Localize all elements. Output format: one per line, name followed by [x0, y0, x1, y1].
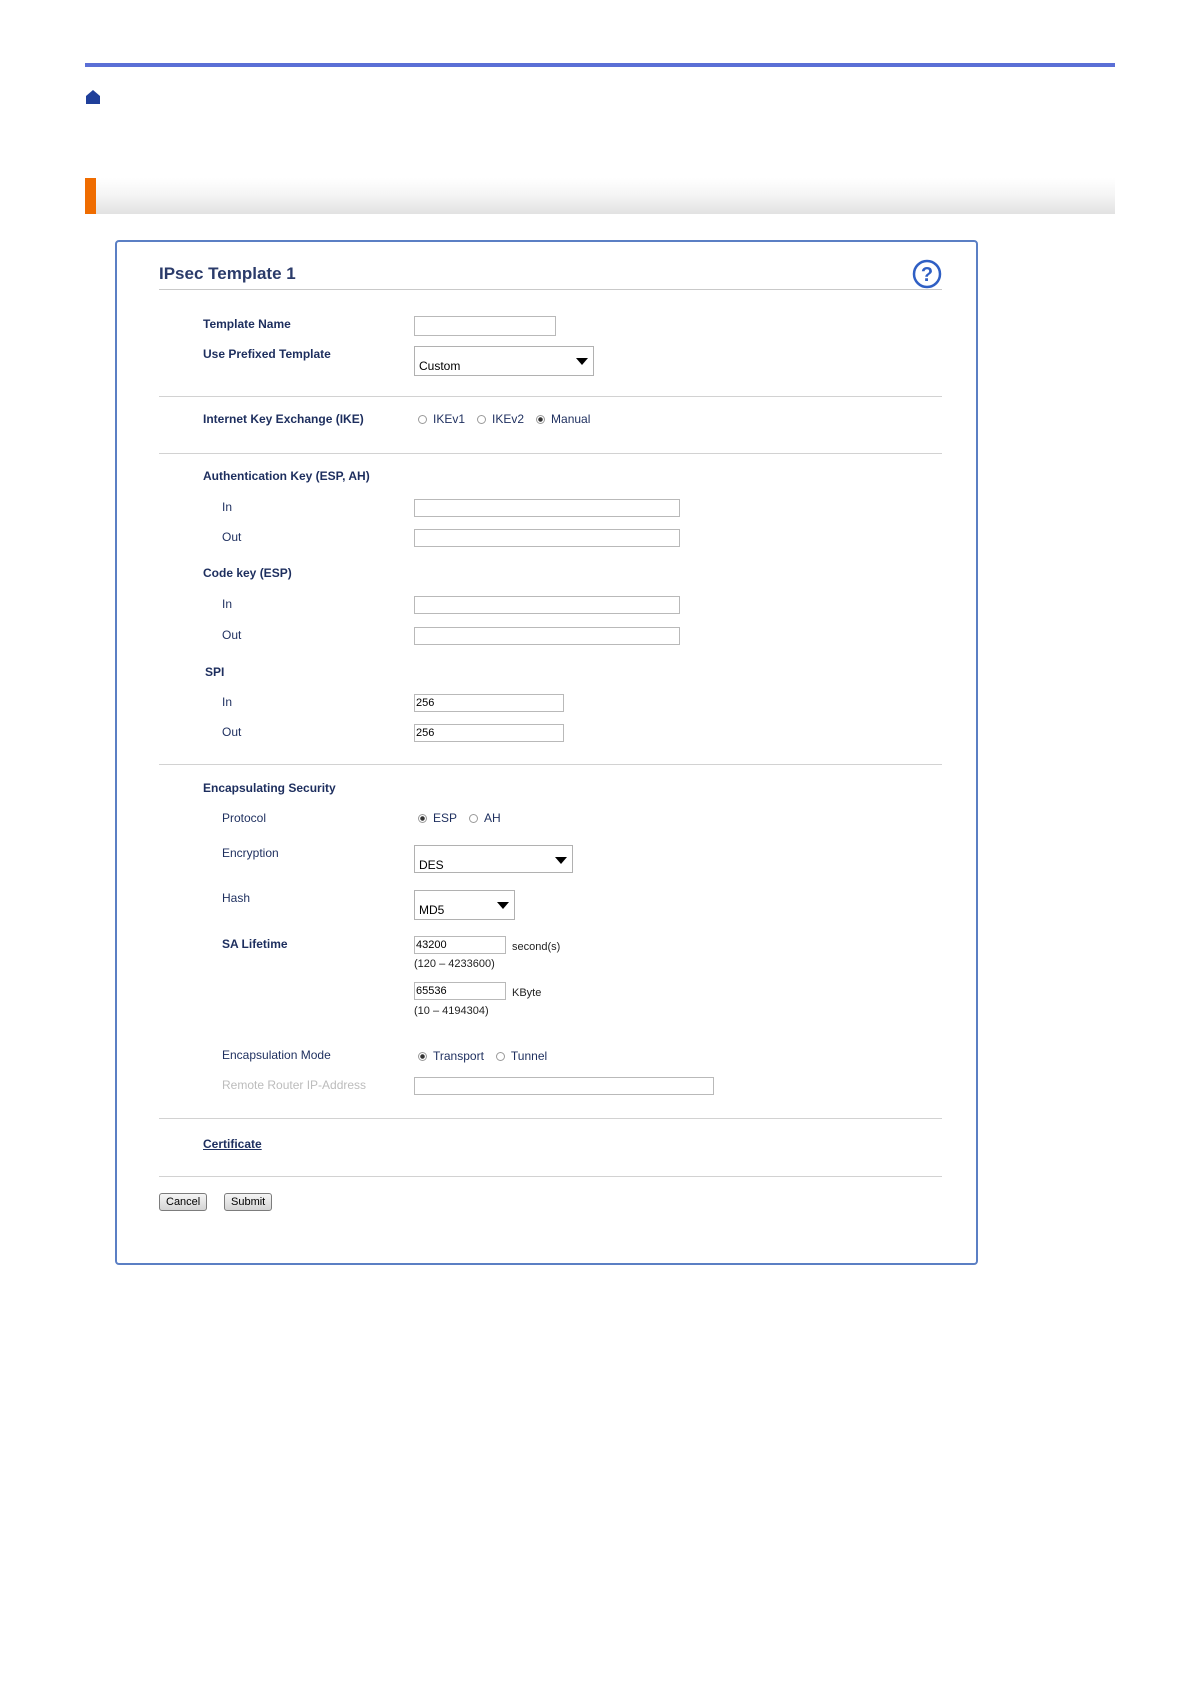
code-key-out-input[interactable] [414, 627, 680, 645]
radio-icon [418, 414, 427, 424]
spi-in-input[interactable] [414, 694, 564, 712]
svg-text:?: ? [921, 264, 933, 286]
title-rule [159, 289, 942, 290]
ike-radio-group: IKEv1 IKEv2 Manual [418, 412, 602, 426]
kbyte-range: (10 – 4194304) [414, 1005, 489, 1017]
spi-label: SPI [205, 665, 225, 679]
encryption-value: DES [419, 858, 444, 872]
panel-title: IPsec Template 1 [159, 264, 296, 283]
mode-option-tunnel[interactable]: Tunnel [495, 1049, 547, 1063]
auth-key-out-label: Out [222, 530, 242, 544]
radio-icon [469, 813, 479, 823]
remote-router-input[interactable] [414, 1077, 714, 1095]
divider [159, 1176, 942, 1177]
radio-icon [495, 1051, 505, 1061]
home-icon[interactable] [85, 89, 101, 105]
ike-option-ikev1[interactable]: IKEv1 [418, 412, 465, 426]
hash-label: Hash [222, 891, 251, 905]
section-accent [85, 178, 96, 214]
code-key-out-label: Out [222, 628, 242, 642]
hash-select[interactable]: MD5 [414, 890, 515, 920]
ike-option-ikev2[interactable]: IKEv2 [477, 412, 524, 426]
spi-out-label: Out [222, 725, 242, 739]
auth-key-out-input[interactable] [414, 529, 680, 547]
prefixed-template-value: Custom [419, 359, 461, 373]
radio-icon [477, 414, 487, 424]
code-key-in-input[interactable] [414, 596, 680, 614]
spi-out-input[interactable] [414, 724, 564, 742]
code-key-label: Code key (ESP) [203, 566, 292, 580]
prefixed-template-select[interactable]: Custom [414, 346, 594, 376]
cancel-button[interactable]: Cancel [159, 1193, 208, 1211]
hash-value: MD5 [419, 903, 445, 917]
ike-option-manual[interactable]: Manual [536, 412, 590, 426]
sa-lifetime-kbyte-input[interactable] [414, 982, 506, 1000]
top-rule [85, 63, 1115, 67]
chevron-down-icon [497, 902, 509, 909]
submit-button[interactable]: Submit [224, 1193, 273, 1211]
divider [159, 396, 942, 397]
sa-lifetime-label: SA Lifetime [222, 937, 288, 951]
kbyte-unit: KByte [512, 987, 542, 999]
help-question-icon[interactable]: ? [912, 259, 942, 289]
seconds-range: (120 – 4233600) [414, 958, 495, 970]
sa-lifetime-seconds-input[interactable] [414, 936, 506, 954]
prefixed-template-label: Use Prefixed Template [203, 347, 331, 361]
protocol-option-ah[interactable]: AH [469, 811, 501, 825]
remote-router-label: Remote Router IP-Address [222, 1078, 367, 1092]
chevron-down-icon [576, 358, 588, 365]
radio-selected-icon [418, 1051, 427, 1061]
seconds-unit: second(s) [512, 941, 561, 953]
protocol-label: Protocol [222, 811, 267, 825]
divider [159, 764, 942, 765]
encryption-label: Encryption [222, 846, 279, 860]
ike-label: Internet Key Exchange (IKE) [203, 412, 364, 426]
code-key-in-label: In [222, 597, 233, 611]
divider [159, 453, 942, 454]
encapsulation-mode-radio-group: Transport Tunnel [418, 1049, 559, 1063]
protocol-radio-group: ESP AH [418, 811, 513, 825]
template-name-label: Template Name [203, 317, 291, 331]
encap-security-label: Encapsulating Security [203, 781, 336, 795]
radio-selected-icon [536, 414, 546, 424]
certificate-link[interactable]: Certificate [203, 1137, 262, 1151]
divider [159, 1118, 942, 1119]
protocol-option-esp[interactable]: ESP [418, 811, 457, 825]
ipsec-template-panel: IPsec Template 1 ? Template Name Use Pre… [115, 240, 978, 1265]
spi-in-label: In [222, 695, 233, 709]
chevron-down-icon [555, 857, 567, 864]
radio-selected-icon [418, 813, 427, 823]
auth-key-in-input[interactable] [414, 499, 680, 517]
template-name-input[interactable] [414, 316, 556, 336]
encryption-select[interactable]: DES [414, 845, 573, 873]
auth-key-label: Authentication Key (ESP, AH) [203, 469, 370, 483]
auth-key-in-label: In [222, 500, 233, 514]
encapsulation-mode-label: Encapsulation Mode [222, 1048, 331, 1062]
section-heading-bar [85, 178, 1115, 214]
mode-option-transport[interactable]: Transport [418, 1049, 484, 1063]
